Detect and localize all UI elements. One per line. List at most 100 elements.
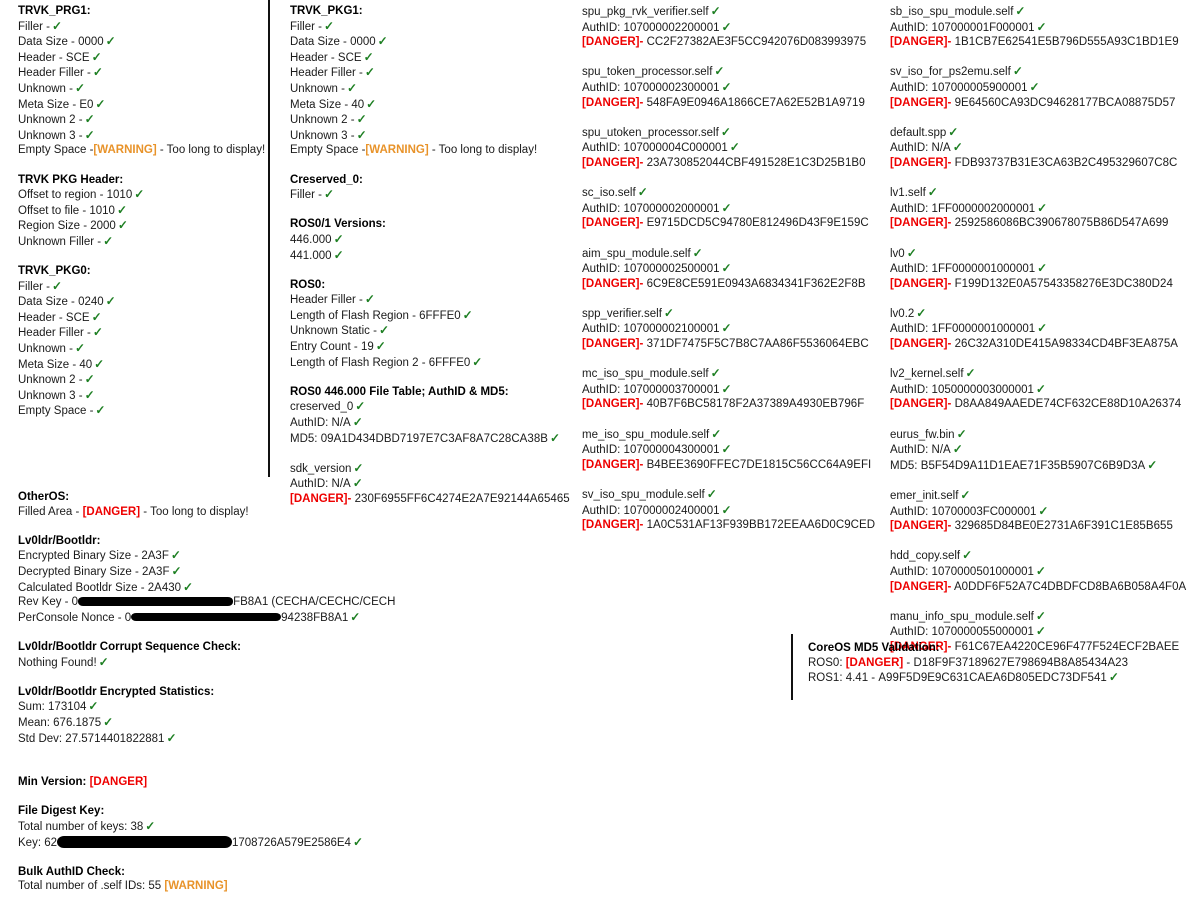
self-entry-hash-row: [DANGER]- 1B1CB7E62541E5B796D555A93C1BD1… <box>890 35 1190 50</box>
report-row-label: Data Size - 0240 <box>18 296 104 309</box>
check-icon: ✓ <box>352 476 363 491</box>
coreos-ros0-hash: - D18F9F37189627E798694B8A85434A23 <box>906 656 1129 669</box>
section-rows-creserved-0: Filler - ✓ <box>290 187 548 203</box>
check-icon: ✓ <box>721 321 732 336</box>
self-entry-authid-row: AuthID: 1050000003000001 ✓ <box>890 382 1190 398</box>
check-icon: ✓ <box>94 356 105 371</box>
status-badge-danger: [DANGER]- <box>582 277 644 290</box>
report-row-label: Filler - <box>18 280 50 293</box>
self-entry-name-row: manu_info_spu_module.self ✓ <box>890 609 1190 625</box>
self-entry-hash-row: [DANGER]- B4BEE3690FFEC7DE1815C56CC64A9E… <box>582 458 882 473</box>
self-entry-name-row: eurus_fw.bin ✓ <box>890 427 1190 443</box>
column-two: TRVK_PKG1: Filler - ✓ Data Size - 0000 ✓ Hea… <box>290 4 570 521</box>
check-icon: ✓ <box>92 325 103 340</box>
self-entry-hash-row: [DANGER]- 371DF7475F5C7B8C7AA86F5536064E… <box>582 337 882 352</box>
rev-key-value: FB8A1 (CECHA/CECHC/CECH <box>233 596 396 609</box>
report-row: Unknown Filler - ✓ <box>18 234 258 250</box>
self-entry-name: lv1.self <box>890 187 926 200</box>
self-entry: spu_token_processor.self ✓ AuthID: 1070000… <box>582 64 882 124</box>
self-entry-name-row: spu_token_processor.self ✓ <box>582 64 882 80</box>
report-row-label: Header - SCE <box>290 51 362 64</box>
report-row: Data Size - 0000 ✓ <box>18 34 258 50</box>
check-icon: ✓ <box>721 381 732 396</box>
report-row: Header - SCE ✓ <box>18 310 258 326</box>
self-entry: eurus_fw.bin ✓ AuthID: N/A ✓ MD5: B5F54D9A11… <box>890 427 1190 488</box>
self-entry-hash-row: [DANGER]- 329685D84BE0E2731A6F391C1E85B6… <box>890 519 1190 534</box>
report-row: Unknown 2 - ✓ <box>18 112 258 128</box>
self-entry-name: sv_iso_for_ps2emu.self <box>890 66 1011 79</box>
self-entry-hash: 1A0C531AF13F939BB172EEAA6D0C9CED <box>643 519 876 532</box>
report-row-label: Header - SCE <box>18 311 90 324</box>
self-entry-name: mc_iso_spu_module.self <box>582 368 709 381</box>
report-row-label: Meta Size - 40 <box>18 358 93 371</box>
self-entry-name-row: aim_spu_module.self ✓ <box>582 246 882 262</box>
file-digest-key-label: Key: 62 <box>18 836 57 849</box>
self-entry-authid: AuthID: 1050000003000001 <box>890 383 1034 396</box>
status-badge-danger: [DANGER]- <box>890 398 952 411</box>
column-four: sb_iso_spu_module.self ✓ AuthID: 107000001… <box>890 4 1190 669</box>
self-entry-hash-row: [DANGER]- 40B7F6BC58178F2A37389A4930EB79… <box>582 397 882 412</box>
check-icon: ✓ <box>1037 261 1048 276</box>
per-console-nonce-value: 94238FB8A1 <box>281 611 349 624</box>
column-three: spu_pkg_rvk_verifier.self ✓ AuthID: 107000… <box>582 4 882 547</box>
report-row-label: Empty Space - <box>290 144 366 157</box>
self-entry: spu_utoken_processor.self ✓ AuthID: 107000… <box>582 125 882 185</box>
self-entry-authid-row: AuthID: 107000003700001 ✓ <box>582 382 882 398</box>
check-icon: ✓ <box>550 430 561 445</box>
self-entry-authid-row: AuthID: 1FF0000001000001 ✓ <box>890 321 1190 337</box>
report-row-label: Unknown - <box>18 343 73 356</box>
self-entry-authid-row: AuthID: N/A ✓ <box>290 415 548 431</box>
check-icon: ✓ <box>98 654 109 669</box>
status-badge-danger: [DANGER] <box>82 505 141 518</box>
section-title-coreos-md5: CoreOS MD5 Validation: <box>808 642 940 654</box>
self-entry: emer_init.self ✓ AuthID: 10700003FC000001 ✓… <box>890 488 1190 548</box>
self-entry-name: spu_pkg_rvk_verifier.self <box>582 6 709 18</box>
self-entry-name-row: lv0.2 ✓ <box>890 306 1190 322</box>
status-badge-danger: [DANGER]- <box>890 580 952 593</box>
self-entry: creserved_0 ✓ AuthID: N/A ✓ MD5: 09A1D434DBD… <box>290 399 560 461</box>
self-entry-hash-row: [DANGER]- F199D132E0A57543358276E3DC380D… <box>890 277 1190 292</box>
self-entry-hash-label: MD5: <box>290 432 318 445</box>
self-entry-authid: AuthID: 107000002400001 <box>582 504 720 517</box>
check-icon: ✓ <box>965 366 976 381</box>
check-icon: ✓ <box>711 426 722 441</box>
check-icon: ✓ <box>721 442 732 457</box>
self-entry-hash: 09A1D434DBD7197E7C3AF8A7C28CA38B <box>317 432 548 445</box>
status-badge-danger: [DANGER]- <box>582 398 644 411</box>
report-row: Data Size - 0240 ✓ <box>18 294 258 310</box>
report-row-label: Filler - <box>290 20 322 33</box>
check-icon: ✓ <box>74 80 86 95</box>
self-entry-name-row: sv_iso_for_ps2emu.self ✓ <box>890 64 1190 80</box>
report-row-label: Unknown 2 - <box>18 374 83 387</box>
report-row: Empty Space -[WARNING] - Too long to dis… <box>18 143 265 158</box>
status-badge-danger: [DANGER]- <box>582 96 644 109</box>
check-icon: ✓ <box>948 124 959 139</box>
redaction-bar-nonce <box>131 612 282 621</box>
self-entry: sv_iso_for_ps2emu.self ✓ AuthID: 107000005… <box>890 64 1190 124</box>
report-row-label: Offset to file - 1010 <box>18 204 115 217</box>
report-row: Std Dev: 27.5714401822881 ✓ <box>18 731 538 747</box>
report-row-label: 441.000 <box>290 249 332 262</box>
section-title-creserved-0: Creserved_0: <box>290 173 363 186</box>
check-icon: ✓ <box>472 354 483 369</box>
section-rows-trvk-pkg-header: Offset to region - 1010 ✓ Offset to file -… <box>18 187 258 249</box>
report-row: Unknown 2 - ✓ <box>18 372 258 388</box>
otheros-filled-area-label: Filled Area - <box>18 505 80 518</box>
self-entry-authid: AuthID: 1070000501000001 <box>890 565 1034 578</box>
report-row: Empty Space -[WARNING] - Too long to dis… <box>290 143 548 158</box>
self-entry-authid: AuthID: 1070000055000001 <box>890 626 1034 639</box>
self-entry-authid: AuthID: 107000004300001 <box>582 444 720 457</box>
check-icon: ✓ <box>1015 4 1026 18</box>
self-entry-name-row: sc_iso.self ✓ <box>582 185 882 201</box>
self-entry-authid: AuthID: 107000002300001 <box>582 81 720 94</box>
